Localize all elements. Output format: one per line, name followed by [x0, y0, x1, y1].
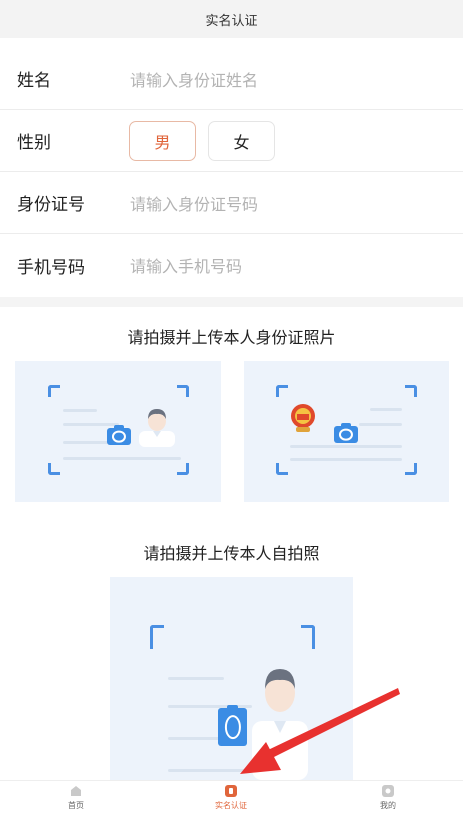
profile-icon — [382, 785, 394, 797]
tab-home-label: 首页 — [68, 801, 84, 810]
tab-home[interactable]: 首页 — [46, 784, 106, 811]
annotation-arrow — [240, 688, 400, 774]
bottom-tab-bar: 首页 实名认证 我的 — [0, 780, 463, 816]
verify-icon — [225, 785, 237, 797]
tab-profile[interactable]: 我的 — [358, 784, 418, 811]
tab-profile-label: 我的 — [380, 801, 396, 810]
tab-verify[interactable]: 实名认证 — [201, 784, 261, 811]
home-icon — [71, 786, 81, 796]
tab-verify-label: 实名认证 — [215, 801, 247, 810]
